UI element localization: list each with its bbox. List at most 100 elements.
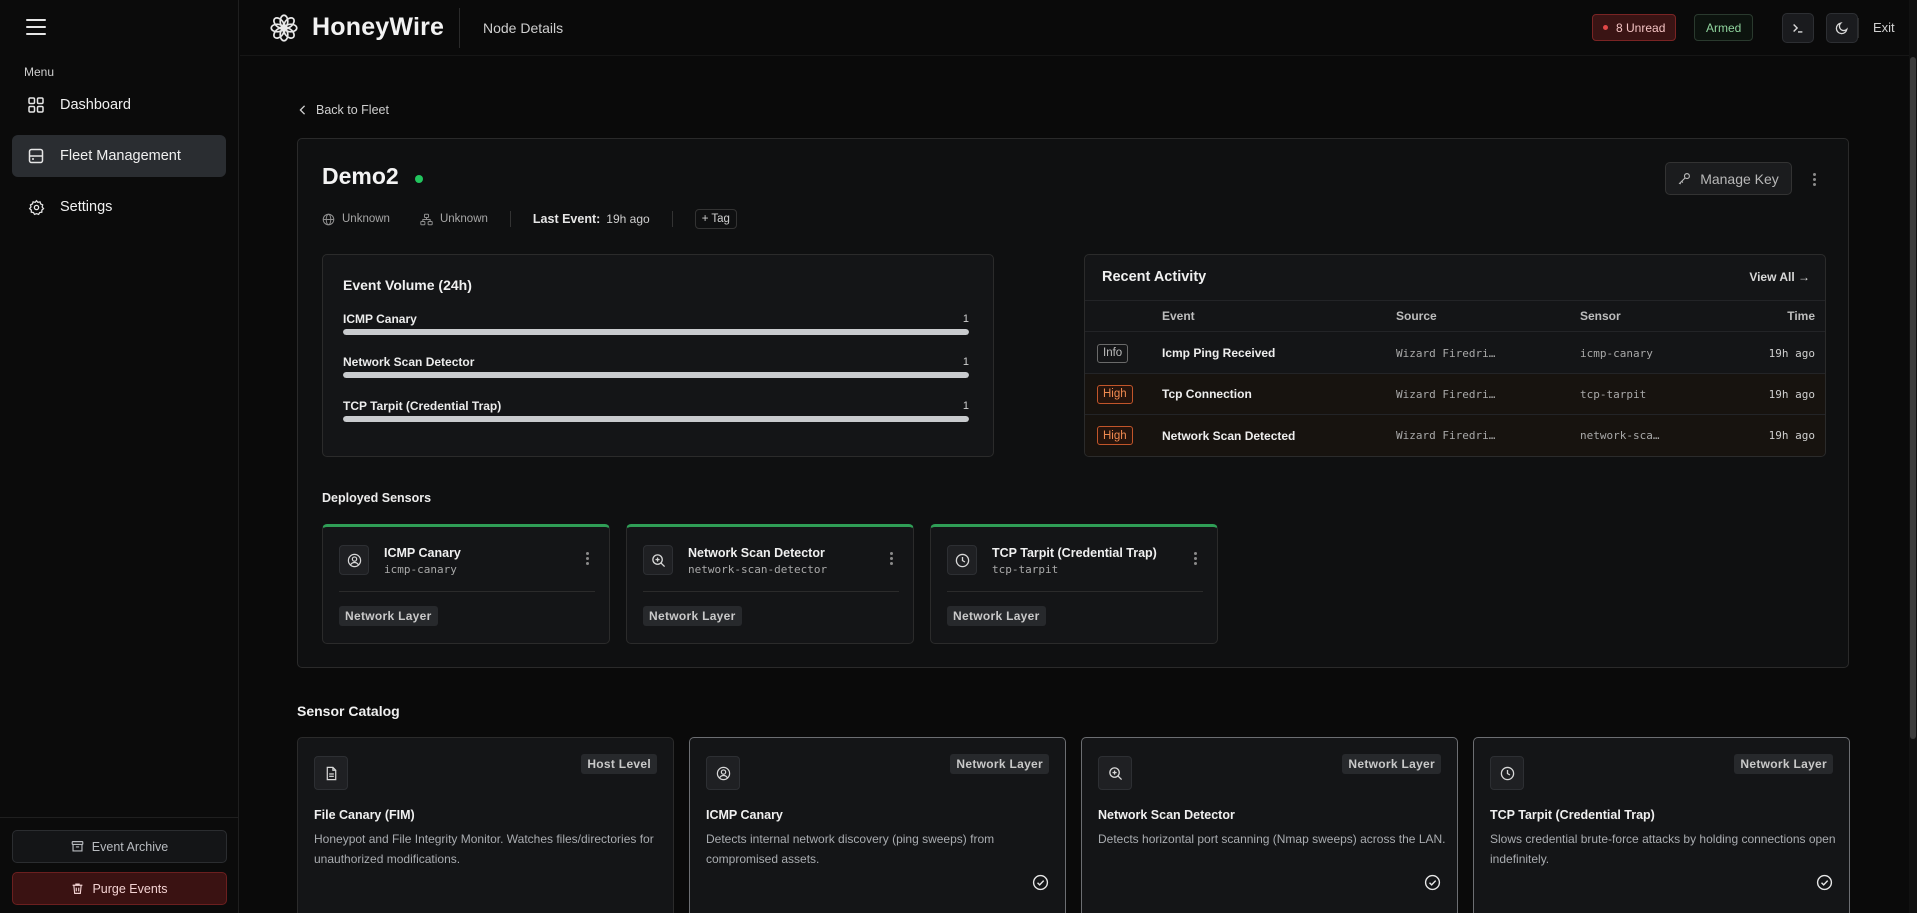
catalog-level-badge: Network Layer	[1342, 754, 1441, 774]
sidebar-item-settings[interactable]: Settings	[12, 186, 226, 228]
event-volume-name: TCP Tarpit (Credential Trap)	[343, 399, 502, 413]
terminal-button[interactable]	[1782, 13, 1814, 43]
trash-icon	[71, 882, 84, 895]
table-row[interactable]: High Network Scan Detected Wizard Firedr…	[1085, 415, 1825, 456]
user-circle-icon	[339, 545, 369, 575]
sensor-more-options-icon[interactable]	[1188, 549, 1202, 567]
event-source: Wizard Firedri…	[1396, 387, 1496, 401]
deployed-sensors-title: Deployed Sensors	[322, 491, 432, 505]
manage-key-button[interactable]: Manage Key	[1665, 162, 1792, 195]
catalog-sensor-description: Detects internal network discovery (ping…	[706, 832, 995, 866]
node-more-options-icon[interactable]	[1807, 170, 1821, 188]
catalog-sensor-description: Honeypot and File Integrity Monitor. Wat…	[314, 832, 654, 866]
event-time: 19h ago	[1768, 346, 1815, 360]
page-title: Node Details	[483, 20, 564, 36]
armed-status-badge[interactable]: Armed	[1694, 14, 1754, 41]
clock-icon	[947, 545, 977, 575]
last-event-label: Last Event:	[532, 212, 601, 226]
purge-events-button[interactable]: Purge Events	[12, 872, 227, 905]
deployed-sensor-card[interactable]: TCP Tarpit (Credential Trap) tcp-tarpit …	[930, 524, 1218, 644]
column-header-time[interactable]: Time	[1787, 301, 1815, 331]
app: Menu Dashboard Fleet Management Settings	[0, 0, 1917, 913]
event-volume-bar-fill	[343, 372, 969, 378]
sidebar-item-fleet-management[interactable]: Fleet Management	[12, 135, 226, 177]
sensor-card-divider	[947, 591, 1203, 592]
severity-badge: High	[1097, 426, 1133, 445]
table-row[interactable]: Info Icmp Ping Received Wizard Firedri… …	[1085, 333, 1825, 374]
check-circle-icon	[1032, 874, 1049, 891]
node-meta: Unknown Unknown Last Event: 19h ago + Ta…	[322, 209, 737, 229]
user-circle-icon	[706, 756, 740, 790]
catalog-card-network-scan-detector[interactable]: Network Layer Network Scan Detector Dete…	[1081, 737, 1458, 913]
event-sensor: tcp-tarpit	[1580, 387, 1647, 401]
sensor-id: network-scan-detector	[688, 563, 828, 576]
top-header: HoneyWire Node Details 8 Unread Armed Ex…	[240, 0, 1917, 56]
unread-alerts-badge[interactable]: 8 Unread	[1592, 14, 1677, 41]
sensor-more-options-icon[interactable]	[884, 549, 898, 567]
column-header-sensor[interactable]: Sensor	[1580, 301, 1621, 331]
catalog-level-badge: Network Layer	[950, 754, 1049, 774]
check-circle-icon	[1424, 874, 1441, 891]
key-icon	[1678, 172, 1691, 185]
event-name: Icmp Ping Received	[1162, 346, 1276, 360]
exit-divider	[1858, 18, 1859, 38]
alert-dot-icon	[1603, 25, 1608, 30]
sensor-card-divider	[339, 591, 595, 592]
activity-table-header: Event Source Sensor Time	[1085, 300, 1825, 332]
column-header-event[interactable]: Event	[1162, 301, 1195, 331]
severity-badge: Info	[1097, 343, 1129, 363]
event-time: 19h ago	[1768, 429, 1815, 442]
server-icon	[27, 147, 45, 165]
brand-name[interactable]: HoneyWire	[312, 13, 444, 42]
catalog-card-file-canary[interactable]: Host Level File Canary (FIM) Honeypot an…	[297, 737, 674, 913]
sidebar-item-dashboard[interactable]: Dashboard	[12, 84, 226, 126]
view-all-link[interactable]: View All →	[1749, 270, 1810, 284]
table-row[interactable]: High Tcp Connection Wizard Firedri… tcp-…	[1085, 374, 1825, 415]
node-os: Unknown	[342, 213, 390, 225]
sensor-name: ICMP Canary	[384, 546, 461, 560]
clock-icon	[1490, 756, 1524, 790]
theme-toggle-button[interactable]	[1826, 13, 1858, 43]
terminal-icon	[1791, 21, 1805, 35]
catalog-sensor-name: ICMP Canary	[706, 808, 783, 822]
event-archive-button[interactable]: Event Archive	[12, 830, 227, 863]
back-label: Back to Fleet	[316, 103, 389, 117]
sidebar: Menu Dashboard Fleet Management Settings	[0, 0, 239, 913]
catalog-card-icmp-canary[interactable]: Network Layer ICMP Canary Detects intern…	[689, 737, 1066, 913]
back-to-fleet-link[interactable]: Back to Fleet	[298, 103, 389, 117]
sensor-card-divider	[643, 591, 899, 592]
manage-key-label: Manage Key	[1700, 170, 1779, 187]
sensor-name: TCP Tarpit (Credential Trap)	[992, 546, 1157, 560]
recent-activity-card: Recent Activity View All → Event Source …	[1084, 254, 1826, 457]
file-icon	[314, 756, 348, 790]
sidebar-item-label: Settings	[60, 199, 113, 215]
unread-label: 8 Unread	[1616, 20, 1666, 35]
node-name: Demo2	[322, 163, 399, 189]
catalog-card-tcp-tarpit[interactable]: Network Layer TCP Tarpit (Credential Tra…	[1473, 737, 1850, 913]
severity-badge: High	[1097, 384, 1133, 404]
sidebar-item-label: Fleet Management	[60, 148, 181, 164]
sidebar-footer: Event Archive Purge Events	[0, 817, 239, 913]
deployed-sensor-card[interactable]: Network Scan Detector network-scan-detec…	[626, 524, 914, 644]
gear-icon	[27, 198, 45, 216]
catalog-sensor-description: Slows credential brute-force attacks by …	[1490, 832, 1836, 866]
node-network: Unknown	[439, 213, 488, 225]
online-status-dot	[415, 175, 423, 183]
event-sensor: network-sca…	[1580, 429, 1660, 442]
column-header-source[interactable]: Source	[1396, 301, 1437, 331]
event-time: 19h ago	[1768, 387, 1815, 401]
event-sensor: icmp-canary	[1580, 346, 1653, 360]
hamburger-menu-icon[interactable]	[26, 19, 46, 35]
exit-button[interactable]: Exit	[1873, 20, 1895, 35]
event-source: Wizard Firedri…	[1396, 429, 1496, 442]
deployed-sensor-card[interactable]: ICMP Canary icmp-canary Network Layer	[322, 524, 610, 644]
event-volume-row: ICMP Canary 1	[343, 312, 969, 335]
catalog-level-badge: Network Layer	[1734, 754, 1833, 774]
catalog-sensor-name: TCP Tarpit (Credential Trap)	[1490, 808, 1655, 822]
catalog-sensor-name: File Canary (FIM)	[314, 808, 415, 822]
sensor-more-options-icon[interactable]	[580, 549, 594, 567]
scrollbar-thumb[interactable]	[1910, 57, 1916, 739]
add-tag-button[interactable]: + Tag	[694, 209, 737, 229]
grid-icon	[27, 96, 45, 114]
event-volume-name: ICMP Canary	[343, 312, 417, 326]
